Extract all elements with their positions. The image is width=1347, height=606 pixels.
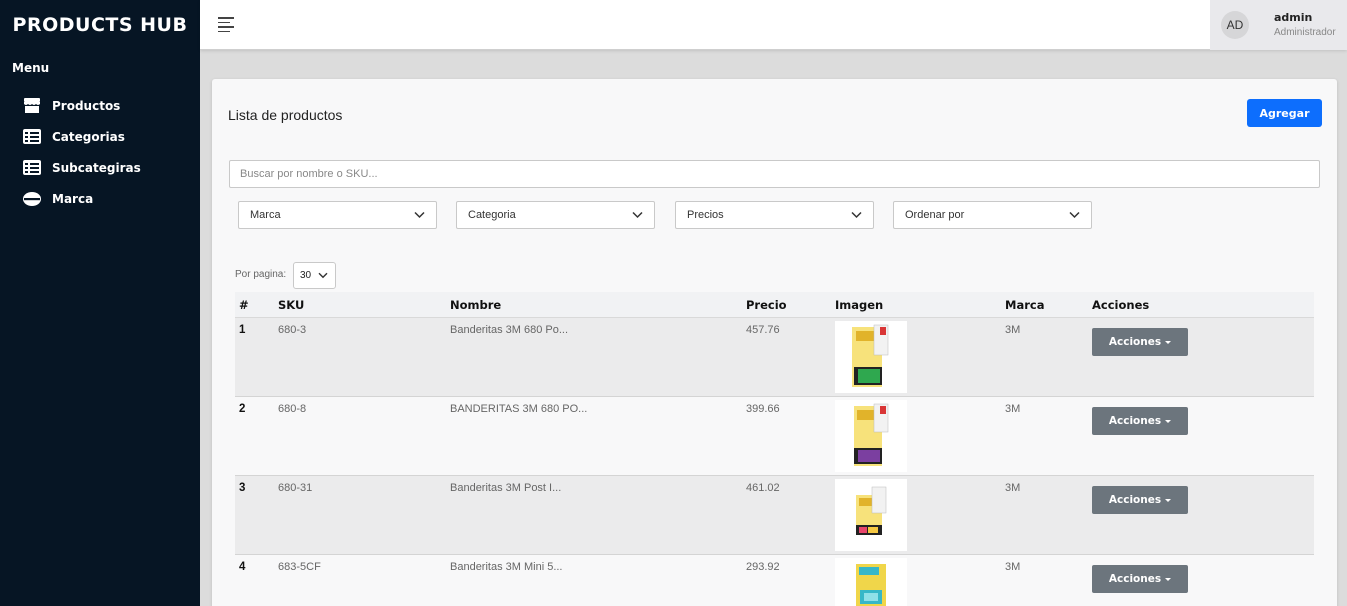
avatar: AD: [1221, 11, 1249, 39]
column-header[interactable]: SKU: [278, 298, 450, 312]
filter-label: Precios: [687, 209, 724, 221]
chevron-down-icon: [851, 211, 862, 219]
product-image: [835, 558, 907, 606]
column-header[interactable]: #: [235, 298, 278, 312]
brand-logo[interactable]: PRODUCTS HUB: [0, 0, 200, 50]
row-brand: 3M: [1005, 561, 1021, 573]
column-header[interactable]: Nombre: [450, 298, 746, 312]
user-menu[interactable]: AD admin Administrador: [1210, 0, 1347, 50]
row-number: 4: [239, 561, 246, 573]
row-sku: 680-8: [278, 403, 307, 415]
sidebar-item-label: Categorias: [52, 129, 125, 144]
row-price: 461.02: [746, 482, 780, 494]
actions-dropdown-button[interactable]: Acciones: [1092, 565, 1188, 593]
row-sku: 680-31: [278, 482, 313, 494]
add-product-button[interactable]: Agregar: [1247, 99, 1322, 127]
chevron-down-icon: [1069, 211, 1080, 219]
actions-dropdown-button[interactable]: Acciones: [1092, 486, 1188, 514]
row-name: Banderitas 3M Mini 5...: [450, 561, 563, 573]
row-brand: 3M: [1005, 403, 1021, 415]
sidebar-item-subcategorias[interactable]: Subcategiras: [0, 152, 200, 183]
table-row: 2 680-8 BANDERITAS 3M 680 PO... 399.66 3…: [235, 397, 1314, 476]
top-bar: AD admin Administrador: [200, 0, 1347, 50]
store-icon: [22, 98, 42, 114]
caret-down-icon: [1165, 340, 1172, 344]
actions-dropdown-button[interactable]: Acciones: [1092, 407, 1188, 435]
product-image: [835, 321, 907, 393]
row-number: 1: [239, 324, 246, 336]
row-brand: 3M: [1005, 324, 1021, 336]
per-page-label: Por pagina:: [235, 269, 287, 280]
search-input[interactable]: [229, 160, 1320, 188]
sidebar: PRODUCTS HUB Menu Productos Categorias S…: [0, 0, 200, 606]
row-name: Banderitas 3M Post I...: [450, 482, 562, 494]
column-header[interactable]: Imagen: [835, 298, 1005, 312]
row-brand: 3M: [1005, 482, 1021, 494]
sidebar-item-marca[interactable]: Marca: [0, 183, 200, 214]
products-table: # SKU Nombre Precio Imagen Marca Accione…: [235, 292, 1314, 606]
user-name: admin: [1274, 11, 1313, 24]
row-price: 293.92: [746, 561, 780, 573]
row-name: BANDERITAS 3M 680 PO...: [450, 403, 588, 415]
row-name: Banderitas 3M 680 Po...: [450, 324, 569, 336]
price-filter-select[interactable]: Precios: [675, 201, 874, 229]
filter-label: Categoria: [468, 209, 516, 221]
per-page-value: 30: [300, 270, 312, 281]
sidebar-item-label: Productos: [52, 98, 121, 113]
product-image: [835, 479, 907, 551]
row-price: 457.76: [746, 324, 780, 336]
product-image: [835, 400, 907, 472]
column-header[interactable]: Precio: [746, 298, 835, 312]
caret-down-icon: [1165, 498, 1172, 502]
column-header[interactable]: Acciones: [1092, 298, 1312, 312]
products-card: Lista de productos Agregar Marca Categor…: [212, 79, 1337, 606]
row-number: 2: [239, 403, 246, 415]
chevron-down-icon: [414, 211, 425, 219]
row-number: 3: [239, 482, 246, 494]
caret-down-icon: [1165, 577, 1172, 581]
row-sku: 683-5CF: [278, 561, 321, 573]
table-row: 3 680-31 Banderitas 3M Post I... 461.02 …: [235, 476, 1314, 555]
sort-select[interactable]: Ordenar por: [893, 201, 1092, 229]
filter-label: Ordenar por: [905, 209, 965, 221]
filter-label: Marca: [250, 209, 281, 221]
list-icon: [22, 129, 42, 145]
sidebar-item-label: Subcategiras: [52, 160, 141, 175]
menu-toggle-icon[interactable]: [218, 17, 236, 33]
table-row: 4 683-5CF Banderitas 3M Mini 5... 293.92…: [235, 555, 1314, 606]
table-row: 1 680-3 Banderitas 3M 680 Po... 457.76 3…: [235, 318, 1314, 397]
row-price: 399.66: [746, 403, 780, 415]
page-title: Lista de productos: [228, 107, 343, 123]
tag-icon: [22, 191, 42, 207]
per-page-select[interactable]: 30: [293, 262, 336, 289]
list-icon: [22, 160, 42, 176]
row-sku: 680-3: [278, 324, 307, 336]
menu-title: Menu: [12, 61, 50, 75]
sidebar-item-categorias[interactable]: Categorias: [0, 121, 200, 152]
table-header: # SKU Nombre Precio Imagen Marca Accione…: [235, 292, 1314, 318]
sidebar-item-productos[interactable]: Productos: [0, 90, 200, 121]
user-role: Administrador: [1274, 27, 1336, 38]
chevron-down-icon: [318, 272, 328, 279]
category-filter-select[interactable]: Categoria: [456, 201, 655, 229]
chevron-down-icon: [632, 211, 643, 219]
sidebar-item-label: Marca: [52, 191, 94, 206]
caret-down-icon: [1165, 419, 1172, 423]
column-header[interactable]: Marca: [1005, 298, 1092, 312]
brand-filter-select[interactable]: Marca: [238, 201, 437, 229]
actions-dropdown-button[interactable]: Acciones: [1092, 328, 1188, 356]
